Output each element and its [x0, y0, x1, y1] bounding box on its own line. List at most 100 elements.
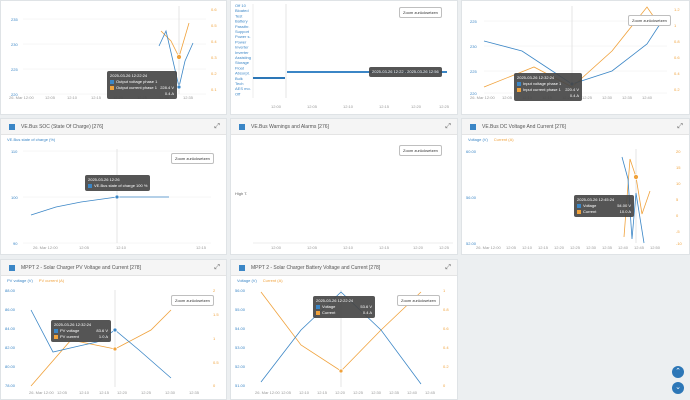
chart-dc[interactable]: 60.00 56.00 52.00 20 15 10 5 0 -5 -10 26… [462, 119, 690, 255]
x-tick: 12:25 [439, 104, 450, 109]
panel-pv: MPPT 2 - Solar Charger PV Voltage and Cu… [0, 259, 227, 400]
x-tick: 12:05 [502, 95, 513, 100]
chevron-up-icon: ⌃ [675, 368, 681, 375]
x-tick: 12:30 [586, 245, 597, 250]
panel-battery: MPPT 2 - Solar Charger Battery Voltage a… [230, 259, 458, 400]
chevron-down-icon: ⌄ [675, 384, 681, 391]
y-left-tick: 51.00 [235, 383, 246, 388]
y-tick: 90 [13, 241, 18, 246]
y-right-tick: 0.8 [674, 39, 680, 44]
x-tick: 26. Mar 12:00 [470, 95, 495, 100]
y-right-tick: 1 [443, 288, 446, 293]
panel-warnings: VE.Bus Warnings and Alarms [276] ⤢ High … [230, 118, 458, 255]
y-left-tick: 84.00 [5, 326, 16, 331]
x-tick: 12:00 [271, 245, 282, 250]
point-battery-current [338, 368, 344, 374]
scroll-down-button[interactable]: ⌄ [672, 382, 684, 394]
y-right-tick: 0.3 [211, 55, 217, 60]
x-tick: 12:35 [602, 245, 613, 250]
tooltip-soc: 2025-03-26 12:26 VE.Bus state of charge … [85, 175, 151, 191]
tooltip-pv: 2025-03-26 12:32:24 PV voltage 83.6 V PV … [51, 320, 111, 342]
state-bar-before [253, 77, 285, 79]
y-right-tick: 0.2 [211, 71, 217, 76]
y-right-tick: 0.5 [211, 23, 217, 28]
tooltip-label: VE.Bus state of charge [94, 183, 135, 188]
tooltip-label: PV current [60, 334, 79, 339]
tooltip-label: Output voltage phase 1 [116, 79, 158, 84]
point-output-voltage [176, 84, 182, 90]
y-right-tick: 1.5 [213, 312, 219, 317]
panel-soc: VE.Bus SOC (State Of Charge) [276] ⤢ VE.… [0, 118, 227, 255]
tooltip-label: Input current phase 1 [523, 87, 561, 92]
panel-ve-bus-state: Off 10 Bloated Test Battery Passthr. Sup… [230, 0, 458, 115]
tooltip-value: 1.0 A [98, 334, 108, 339]
y-right-tick: 0.6 [211, 7, 217, 12]
y-left-tick: 54.00 [235, 326, 246, 331]
x-tick: 12:15 [317, 390, 328, 395]
chart-battery[interactable]: 56.00 55.00 54.00 53.00 52.00 51.00 1 0.… [231, 260, 458, 400]
x-tick: 12:10 [522, 245, 533, 250]
x-tick: 12:20 [413, 245, 424, 250]
y-right-tick: 1 [213, 336, 216, 341]
panel-dc: VE.Bus DC Voltage And Current [276] ⤢ Vo… [461, 118, 690, 255]
zoom-reset-button[interactable]: Zoom zurücksetzen [399, 7, 442, 18]
y-left-tick: 56.00 [466, 195, 477, 200]
zoom-reset-button[interactable]: Zoom zurücksetzen [171, 295, 214, 306]
y-left-tick: 235 [11, 17, 18, 22]
y-right-tick: -10 [676, 241, 683, 246]
x-tick: 12:05 [79, 245, 90, 250]
point-pv-current [112, 346, 118, 352]
x-tick: 12:30 [165, 390, 176, 395]
zoom-reset-button[interactable]: Zoom zurücksetzen [628, 15, 671, 26]
tooltip-state: 2025-03-26 12:22 - 2025-03-26 12:56 [369, 67, 442, 77]
state-label: Off [235, 91, 241, 96]
x-tick: 12:35 [189, 390, 200, 395]
tooltip-label: Input voltage phase 1 [523, 81, 562, 86]
y-right-tick: 20 [676, 149, 681, 154]
zoom-reset-button[interactable]: Zoom zurücksetzen [399, 145, 442, 156]
x-tick: 12:15 [379, 104, 390, 109]
y-right-tick: 1 [674, 23, 677, 28]
y-tick: 100 [11, 195, 18, 200]
x-tick: 12:20 [554, 245, 565, 250]
y-left-tick: 230 [11, 42, 18, 47]
x-tick: 12:00 [271, 104, 282, 109]
x-tick: 26. Mar 12:00 [33, 245, 58, 250]
y-right-tick: 0.4 [211, 39, 217, 44]
y-right-tick: 1.2 [674, 7, 680, 12]
tooltip-value: 100 % [136, 183, 148, 188]
x-tick: 12:25 [570, 245, 581, 250]
x-tick: 12:05 [307, 104, 318, 109]
y-left-tick: 86.00 [5, 307, 16, 312]
x-tick: 12:15 [99, 390, 110, 395]
y-left-tick: 225 [11, 67, 18, 72]
chart-ve-bus-state[interactable]: Off 10 Bloated Test Battery Passthr. Sup… [231, 1, 458, 115]
x-tick: 12:25 [439, 245, 450, 250]
x-tick: 12:10 [299, 390, 310, 395]
x-tick: 12:30 [371, 390, 382, 395]
x-tick: 12:05 [57, 390, 68, 395]
zoom-reset-button[interactable]: Zoom zurücksetzen [171, 153, 214, 164]
x-tick: 12:15 [379, 245, 390, 250]
chart-warnings[interactable]: High T. 12:00 12:05 12:10 12:15 12:20 12… [231, 119, 458, 255]
y-left-tick: 225 [470, 19, 477, 24]
scroll-up-button[interactable]: ⌃ [672, 366, 684, 378]
x-tick: 12:25 [141, 390, 152, 395]
zoom-reset-button[interactable]: Zoom zurücksetzen [397, 295, 440, 306]
tooltip-value: 10.0 A [619, 209, 631, 214]
y-right-tick: 0.2 [443, 364, 449, 369]
y-right-tick: 0.4 [674, 71, 680, 76]
point-pv-voltage [112, 327, 118, 333]
tooltip-row: VE.Bus state of charge 100 % [88, 183, 147, 189]
tooltip-label: Current [583, 209, 597, 214]
x-tick: 12:35 [183, 95, 194, 100]
y-right-tick: 10 [676, 181, 681, 186]
tooltip-output: 2025-03-26 12:22:24 Output voltage phase… [107, 71, 177, 99]
x-tick: 12:05 [506, 245, 517, 250]
y-left-tick: 82.00 [5, 345, 16, 350]
tooltip-row: Current 10.0 A [577, 209, 631, 215]
chart-pv[interactable]: 88.00 86.00 84.00 82.00 80.00 78.00 2 1.… [1, 260, 227, 400]
panel-output-voltage: 235 230 225 220 0.6 0.5 0.4 0.3 0.2 0.1 … [0, 0, 227, 115]
x-tick: 26. Mar 12:00 [476, 245, 501, 250]
tooltip-row: PV current 1.0 A [54, 334, 108, 340]
